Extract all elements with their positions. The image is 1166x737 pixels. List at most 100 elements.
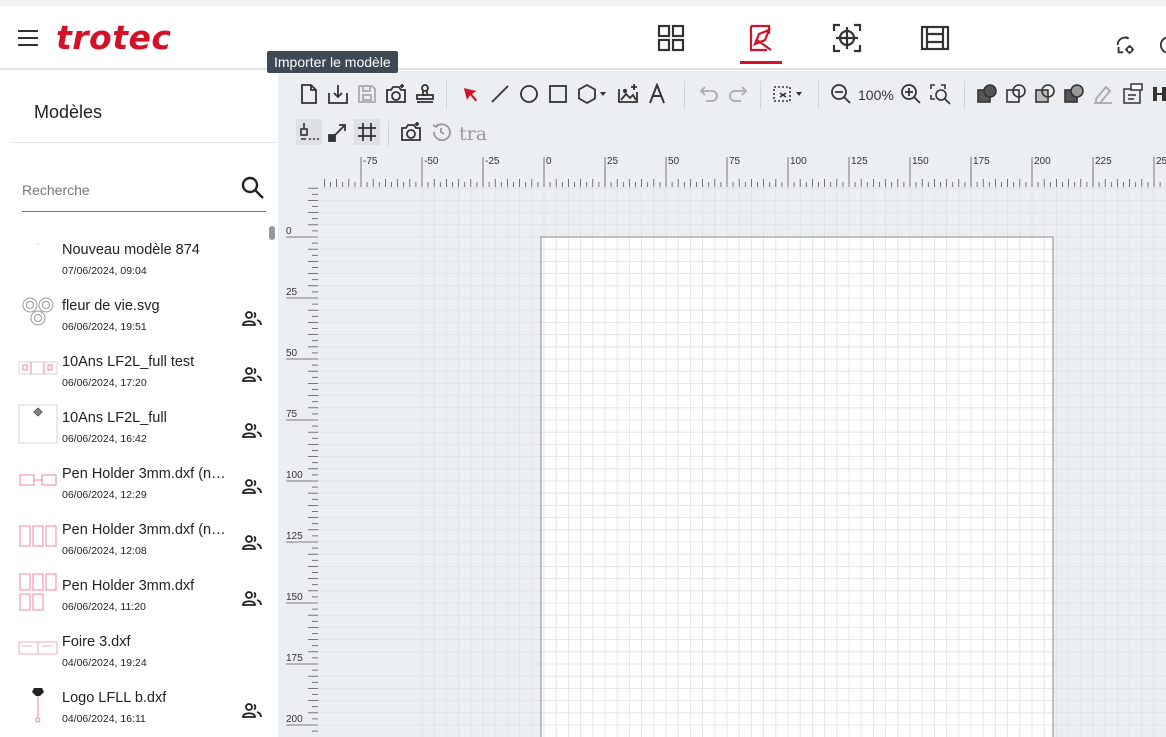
dashboard-mode-button[interactable]	[650, 16, 692, 60]
combine-button[interactable]	[974, 81, 1000, 107]
expand-arrows-icon	[328, 124, 346, 142]
zoom-fit-button[interactable]	[927, 81, 953, 107]
top-bar: trotec	[0, 0, 1166, 70]
new-file-button[interactable]	[296, 81, 322, 107]
ruler-label: -75	[363, 156, 378, 167]
list-item[interactable]: Pen Holder 3mm.dxf (n… 06/06/2024, 12:29	[10, 454, 268, 510]
template-thumbnail	[37, 243, 39, 245]
ruler-label: 150	[286, 592, 303, 603]
shape-intersect-icon	[1035, 84, 1055, 103]
polygon-tool[interactable]	[574, 81, 610, 107]
position-mode-button[interactable]	[826, 16, 868, 60]
line-tool[interactable]	[487, 81, 513, 107]
scrollbar[interactable]	[269, 226, 275, 240]
help-icon[interactable]	[1158, 34, 1166, 56]
crosshair-icon	[832, 23, 862, 53]
item-name: 10Ans LF2L_full test	[62, 354, 195, 370]
job-queue-icon	[920, 25, 950, 51]
shape-union-icon	[977, 84, 997, 103]
horizontal-ruler: -75 -50 -25 0 25 50 75 100 125 150 175 200 225 250	[318, 153, 1166, 187]
redo-icon	[729, 86, 748, 102]
undo-button[interactable]	[696, 81, 722, 107]
search-icon[interactable]	[240, 175, 266, 201]
toolbar-separator	[446, 81, 447, 109]
list-item[interactable]: Pen Holder 3mm.dxf 06/06/2024, 11:20	[10, 566, 268, 622]
import-icon	[328, 85, 348, 104]
engrave-button[interactable]	[1090, 81, 1116, 107]
more-tools-button[interactable]	[1148, 81, 1166, 107]
toolbar-separator	[684, 81, 685, 109]
shared-users-icon	[242, 703, 262, 718]
search-box	[22, 170, 266, 212]
redo-button[interactable]	[725, 81, 751, 107]
search-input[interactable]	[22, 176, 222, 204]
menu-icon[interactable]	[18, 30, 38, 46]
zoom-in-button[interactable]	[898, 81, 924, 107]
circle-icon	[520, 85, 538, 103]
list-item[interactable]: Foire 3.dxf 04/06/2024, 19:24	[10, 622, 268, 678]
sync-settings-icon[interactable]	[1114, 34, 1136, 56]
exclude-button[interactable]	[1061, 81, 1087, 107]
shape-exclude-icon	[1064, 84, 1084, 103]
camera-add-button[interactable]	[383, 81, 409, 107]
import-template-button[interactable]	[325, 81, 351, 107]
design-mode-button[interactable]	[740, 16, 782, 64]
canvas-grid[interactable]	[318, 187, 1166, 737]
ruler-label: 200	[286, 714, 303, 725]
new-file-icon	[301, 84, 317, 104]
list-item[interactable]: 10Ans LF2L_full 06/06/2024, 16:42	[10, 398, 268, 454]
image-tool[interactable]	[615, 81, 641, 107]
pen-icon	[1094, 85, 1112, 104]
intersect-button[interactable]	[1032, 81, 1058, 107]
save-button[interactable]	[354, 81, 380, 107]
zoom-out-button[interactable]	[828, 81, 854, 107]
pointer-arrow-icon	[463, 88, 478, 102]
grid-toggle[interactable]	[354, 119, 380, 145]
item-name: Foire 3.dxf	[62, 634, 131, 650]
list-item[interactable]: Logo LFLL b.dxf 04/06/2024, 16:11	[10, 678, 268, 734]
line-icon	[491, 85, 509, 103]
select-tool[interactable]	[458, 81, 484, 107]
ruler-label: 25	[607, 156, 619, 167]
beta-feature-button[interactable]	[1119, 81, 1145, 107]
production-mode-button[interactable]	[914, 16, 956, 60]
ruler-label: 175	[973, 156, 990, 167]
ruler-label: 100	[286, 470, 303, 481]
shared-users-icon	[242, 535, 262, 550]
stamp-button[interactable]	[412, 81, 438, 107]
list-item[interactable]: Pen Holder 3mm.dxf (n… 06/06/2024, 12:08	[10, 510, 268, 566]
list-item[interactable]: 10Ans LF2L_full test 06/06/2024, 17:20	[10, 342, 268, 398]
subtract-button[interactable]	[1003, 81, 1029, 107]
tooltip: Importer le modèle	[267, 51, 398, 73]
list-item[interactable]: fleur de vie.svg 06/06/2024, 19:51	[10, 286, 268, 342]
template-thumbnail	[18, 404, 58, 444]
snap-to-object-toggle[interactable]	[296, 119, 322, 145]
toolbar-separator	[964, 81, 965, 109]
item-date: 06/06/2024, 16:42	[62, 433, 147, 445]
ruler-label: -25	[485, 156, 500, 167]
trotec-logo: trotec	[56, 18, 172, 57]
item-date: 07/06/2024, 09:04	[62, 265, 147, 277]
ruler-label: -50	[424, 156, 439, 167]
save-icon	[358, 85, 376, 103]
snap-handles-toggle[interactable]	[325, 119, 351, 145]
item-name: Logo LFLL b.dxf	[62, 690, 167, 706]
sidebar-title: Modèles	[34, 102, 103, 122]
shared-users-icon	[242, 367, 262, 382]
undo-icon	[699, 86, 718, 102]
design-canvas-area: 100% tra -75 -50 -25 0 25 50 75 100 125 …	[278, 71, 1166, 737]
item-name: Pen Holder 3mm.dxf (n…	[62, 522, 226, 538]
history-button[interactable]	[428, 119, 454, 145]
arrange-dropdown[interactable]	[770, 81, 806, 107]
rectangle-tool[interactable]	[545, 81, 571, 107]
grid-icon	[657, 24, 685, 52]
list-item[interactable]: Nouveau modèle 874 07/06/2024, 09:04	[10, 230, 268, 286]
item-name: Pen Holder 3mm.dxf	[62, 578, 195, 594]
ellipse-tool[interactable]	[516, 81, 542, 107]
text-tool[interactable]	[644, 81, 670, 107]
camera-button[interactable]	[398, 119, 424, 145]
template-thumbnail	[19, 474, 57, 486]
divider	[10, 142, 277, 143]
stamp-icon	[416, 84, 434, 103]
square-icon	[549, 85, 567, 103]
